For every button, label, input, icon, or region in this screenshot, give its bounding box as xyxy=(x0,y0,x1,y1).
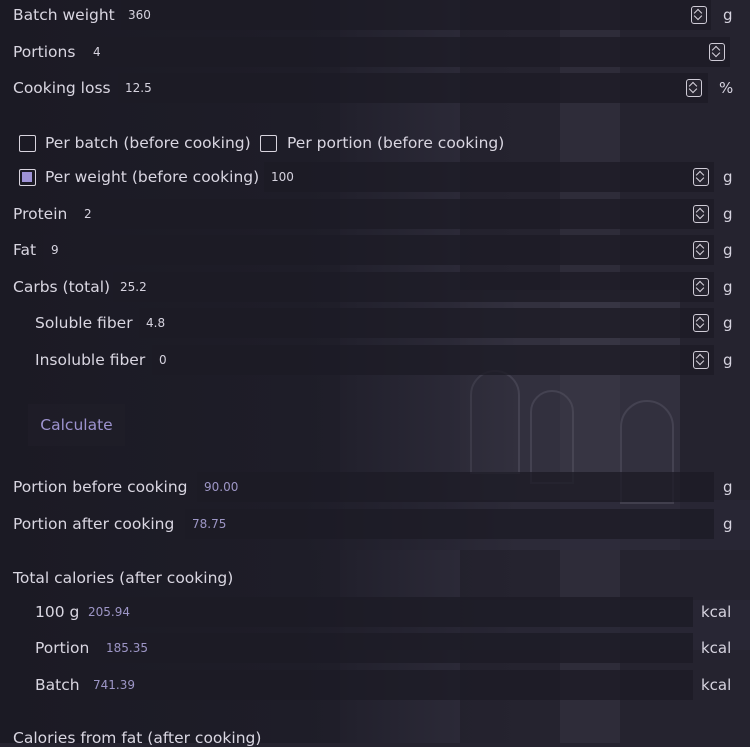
cal-batch-unit: kcal xyxy=(701,676,732,694)
per-weight-unit: g xyxy=(723,168,733,186)
portion-before-output: 90.00 xyxy=(197,472,714,502)
batch-weight-spinner-icon[interactable] xyxy=(691,6,707,24)
protein-spinner-icon[interactable] xyxy=(693,205,709,223)
cal-100g-value: 205.94 xyxy=(88,605,130,619)
cal-portion-output: 185.35 xyxy=(99,633,693,663)
per-batch-label[interactable]: Per batch (before cooking) xyxy=(45,134,251,152)
portion-after-label: Portion after cooking xyxy=(13,515,175,533)
carbs-label: Carbs (total) xyxy=(13,278,111,296)
batch-weight-input[interactable]: 360 xyxy=(121,0,711,30)
fat-unit: g xyxy=(723,241,733,259)
insoluble-fiber-spinner-icon[interactable] xyxy=(693,351,709,369)
cal-batch-row: Batch 741.39 kcal xyxy=(0,670,750,700)
cooking-loss-unit: % xyxy=(719,79,734,97)
fat-value: 9 xyxy=(51,243,59,257)
batch-weight-row: Batch weight 360 g xyxy=(0,0,750,30)
soluble-fiber-value: 4.8 xyxy=(146,316,166,330)
calculator-form: Batch weight 360 g Portions 4 Cooking lo… xyxy=(0,0,750,747)
fat-row: Fat 9 g xyxy=(0,235,750,265)
cal-portion-unit: kcal xyxy=(701,639,732,657)
portions-row: Portions 4 xyxy=(0,37,750,67)
insoluble-fiber-unit: g xyxy=(723,351,733,369)
carbs-value: 25.2 xyxy=(120,280,147,294)
cal-batch-output: 741.39 xyxy=(86,670,693,700)
portion-before-unit: g xyxy=(723,478,733,496)
portion-before-value: 90.00 xyxy=(204,480,239,494)
portion-after-output: 78.75 xyxy=(185,509,714,539)
portions-label: Portions xyxy=(13,43,76,61)
cooking-loss-row: Cooking loss 12.5 % xyxy=(0,73,750,103)
cal-100g-unit: kcal xyxy=(701,603,732,621)
insoluble-fiber-label: Insoluble fiber xyxy=(35,351,146,369)
cal-portion-label: Portion xyxy=(35,639,90,657)
portion-after-value: 78.75 xyxy=(192,517,227,531)
cooking-loss-input[interactable]: 12.5 xyxy=(118,73,708,103)
calculate-button[interactable]: Calculate xyxy=(28,404,125,446)
cooking-loss-spinner-icon[interactable] xyxy=(686,79,702,97)
portions-input[interactable]: 4 xyxy=(86,37,730,67)
portion-after-unit: g xyxy=(723,515,733,533)
cal-batch-value: 741.39 xyxy=(93,678,135,692)
fat-calories-heading: Calories from fat (after cooking) xyxy=(13,729,262,747)
fat-label: Fat xyxy=(13,241,37,259)
per-weight-value: 100 xyxy=(271,170,294,184)
protein-unit: g xyxy=(723,205,733,223)
cal-100g-output: 205.94 xyxy=(81,597,693,627)
per-weight-checkbox[interactable] xyxy=(19,169,36,186)
fat-spinner-icon[interactable] xyxy=(693,241,709,259)
cal-portion-value: 185.35 xyxy=(106,641,148,655)
portions-spinner-icon[interactable] xyxy=(709,43,725,61)
protein-label: Protein xyxy=(13,205,68,223)
per-batch-checkbox[interactable] xyxy=(19,135,36,152)
batch-weight-unit: g xyxy=(723,6,733,24)
soluble-fiber-label: Soluble fiber xyxy=(35,314,133,332)
insoluble-fiber-input[interactable]: 0 xyxy=(152,345,714,375)
carbs-row: Carbs (total) 25.2 g xyxy=(0,272,750,302)
soluble-fiber-input[interactable]: 4.8 xyxy=(139,308,714,338)
portion-after-row: Portion after cooking 78.75 g xyxy=(0,509,750,539)
cal-100g-row: 100 g 205.94 kcal xyxy=(0,597,750,627)
portion-before-row: Portion before cooking 90.00 g xyxy=(0,472,750,502)
per-weight-row: Per weight (before cooking) 100 g xyxy=(0,162,750,192)
per-weight-spinner-icon[interactable] xyxy=(693,168,709,186)
cooking-loss-label: Cooking loss xyxy=(13,79,111,97)
per-portion-checkbox[interactable] xyxy=(260,135,277,152)
cal-100g-label: 100 g xyxy=(35,603,80,621)
insoluble-fiber-value: 0 xyxy=(159,353,167,367)
soluble-fiber-spinner-icon[interactable] xyxy=(693,314,709,332)
portion-before-label: Portion before cooking xyxy=(13,478,188,496)
protein-value: 2 xyxy=(84,207,92,221)
carbs-spinner-icon[interactable] xyxy=(693,278,709,296)
total-calories-heading: Total calories (after cooking) xyxy=(13,569,234,587)
batch-weight-value: 360 xyxy=(128,8,151,22)
protein-input[interactable]: 2 xyxy=(77,199,714,229)
per-weight-label[interactable]: Per weight (before cooking) xyxy=(45,168,259,186)
cooking-loss-value: 12.5 xyxy=(125,81,152,95)
carbs-unit: g xyxy=(723,278,733,296)
per-portion-label[interactable]: Per portion (before cooking) xyxy=(287,134,504,152)
carbs-input[interactable]: 25.2 xyxy=(113,272,714,302)
fat-input[interactable]: 9 xyxy=(44,235,714,265)
soluble-fiber-row: Soluble fiber 4.8 g xyxy=(0,308,750,338)
per-weight-input[interactable]: 100 xyxy=(264,162,714,192)
portions-value: 4 xyxy=(93,45,101,59)
insoluble-fiber-row: Insoluble fiber 0 g xyxy=(0,345,750,375)
protein-row: Protein 2 g xyxy=(0,199,750,229)
batch-weight-label: Batch weight xyxy=(13,6,115,24)
soluble-fiber-unit: g xyxy=(723,314,733,332)
cal-batch-label: Batch xyxy=(35,676,80,694)
cal-portion-row: Portion 185.35 kcal xyxy=(0,633,750,663)
